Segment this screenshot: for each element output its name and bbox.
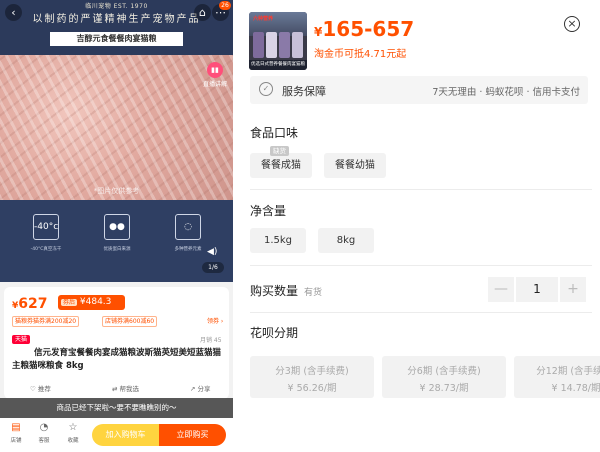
- monthly-sales: 月销 45: [200, 337, 222, 344]
- tmall-badge: 天猫: [12, 335, 31, 344]
- service-title: 服务保障: [282, 85, 326, 98]
- can-image: [279, 32, 290, 58]
- close-icon[interactable]: ×: [564, 16, 580, 32]
- taobao-coin-discount: 淘金币可抵4.71元起: [314, 49, 407, 60]
- product-photo: [0, 55, 233, 200]
- service-guarantee[interactable]: ✓ 服务保障 7天无理由 · 蚂蚁花呗 · 信用卡支付: [250, 76, 588, 104]
- installment-section-title: 花呗分期: [250, 326, 299, 340]
- sku-thumbnail[interactable]: 六种营养 优选日式营养餐餐肉宴猫粮: [249, 12, 307, 70]
- feature-strip: -40°c -40°C真空冻干 ●● 优质蛋白来源 ◌ 多种营养元素: [0, 200, 233, 282]
- weight-option-8kg[interactable]: 8kg: [318, 228, 374, 253]
- divider: [250, 312, 592, 313]
- product-gallery[interactable]: 临川宠物 EST. 1970 以制药的严谨精神生产宠物产品 吉醇元食餐餐肉宴猫粮…: [0, 0, 233, 282]
- service-detail: 7天无理由 · 蚂蚁花呗 · 信用卡支付: [432, 87, 580, 98]
- product-price: ¥627: [12, 296, 48, 312]
- help-choose-button[interactable]: ⇄ 帮我选: [112, 383, 139, 393]
- tab-customer-service[interactable]: ◔ 客服: [32, 422, 56, 444]
- weight-option-1-5kg[interactable]: 1.5kg: [250, 228, 306, 253]
- price-row: ¥627 券后 ¥484.3: [12, 293, 125, 312]
- back-icon[interactable]: ‹: [5, 4, 22, 21]
- feature-label: -40°C真空冻干: [30, 247, 62, 252]
- shield-icon: ✓: [259, 82, 273, 96]
- out-of-stock-tag: 缺货: [270, 146, 289, 156]
- tab-shop[interactable]: ▤ 店铺: [4, 422, 28, 444]
- installment-amount: ¥ 28.73/期: [419, 383, 469, 394]
- coupon-price-tag[interactable]: 券后 ¥484.3: [58, 295, 125, 310]
- quantity-increase-button[interactable]: +: [560, 277, 586, 302]
- can-image: [292, 32, 303, 58]
- installment-amount: ¥ 14.78/期: [551, 383, 600, 394]
- product-info-card: ¥627 券后 ¥484.3 猫粮券猫券满200减20 店铺券满600减60 领…: [4, 287, 229, 399]
- quantity-decrease-button[interactable]: —: [488, 277, 514, 302]
- photo-caption: *图片仅供参考: [93, 187, 140, 195]
- tab-label: 客服: [38, 438, 50, 444]
- chat-icon: ◔: [39, 422, 49, 433]
- gallery-page-indicator: 1/6: [202, 262, 224, 273]
- message-count-badge: 26: [219, 1, 231, 10]
- star-icon: ☆: [68, 422, 78, 433]
- recommend-button[interactable]: ♡ 推荐: [30, 383, 51, 393]
- installment-term: 分6期 (含手续费): [407, 366, 481, 377]
- flavor-option-adult[interactable]: 缺货 餐餐成猫: [250, 146, 312, 178]
- buy-now-button[interactable]: 立即购买: [159, 424, 226, 446]
- installment-option-3[interactable]: 分3期 (含手续费) ¥ 56.26/期: [250, 356, 374, 398]
- divider: [250, 265, 592, 266]
- installment-term: 分12期 (含手续费): [536, 366, 600, 377]
- share-button[interactable]: ↗ 分享: [190, 383, 211, 393]
- tab-label: 收藏: [67, 438, 79, 444]
- nutrition-icon: ◌: [175, 214, 201, 240]
- feature-item: ●● 优质蛋白来源: [88, 214, 146, 252]
- can-image: [266, 32, 277, 58]
- promo-tag[interactable]: 店铺券满600减60: [102, 316, 158, 327]
- installment-option-12[interactable]: 分12期 (含手续费) ¥ 14.78/期: [514, 356, 600, 398]
- live-icon: ▮▮: [207, 62, 223, 78]
- shop-icon: ▤: [11, 422, 21, 433]
- sku-selection-sheet: 六种营养 优选日式营养餐餐肉宴猫粮 ¥165-657 淘金币可抵4.71元起 ×…: [242, 0, 600, 452]
- tab-favorite[interactable]: ☆ 收藏: [61, 422, 85, 444]
- volume-icon[interactable]: ◀): [207, 247, 217, 257]
- promo-tag[interactable]: 猫粮券猫券满200减20: [12, 316, 80, 327]
- divider: [250, 189, 592, 190]
- can-image: [253, 32, 264, 58]
- flavor-section-title: 食品口味: [250, 126, 299, 140]
- screen: 临川宠物 EST. 1970 以制药的严谨精神生产宠物产品 吉醇元食餐餐肉宴猫粮…: [0, 0, 600, 452]
- quantity-input[interactable]: 1: [516, 277, 558, 302]
- flavor-option-kitten[interactable]: 餐餐幼猫: [324, 153, 386, 178]
- installment-term: 分3期 (含手续费): [275, 366, 349, 377]
- tab-label: 店铺: [10, 438, 22, 444]
- product-detail-page: 临川宠物 EST. 1970 以制药的严谨精神生产宠物产品 吉醇元食餐餐肉宴猫粮…: [0, 0, 233, 452]
- product-title: 信元发育宝餐餐肉宴成猫粮波斯猫英短美短蓝猫猫主粮猫咪粮食 8kg: [12, 348, 222, 371]
- feature-label: 优质蛋白来源: [103, 247, 131, 252]
- live-label: 直播讲解: [202, 81, 227, 88]
- stock-status: 有货: [304, 288, 323, 298]
- action-row: ♡ 推荐 ⇄ 帮我选 ↗ 分享: [4, 383, 229, 395]
- home-icon[interactable]: ⌂: [194, 4, 211, 21]
- off-shelf-notice: 商品已经下架啦～要不要瞧瞧别的～: [0, 398, 233, 418]
- live-badge[interactable]: ▮▮ 直播讲解: [201, 62, 229, 88]
- bottom-action-bar: ▤ 店铺 ◔ 客服 ☆ 收藏 加入购物车 立即购买: [0, 418, 233, 452]
- product-banner: 吉醇元食餐餐肉宴猫粮: [50, 32, 183, 46]
- add-to-cart-button[interactable]: 加入购物车: [92, 424, 159, 446]
- sku-price-range: ¥165-657: [314, 17, 415, 41]
- weight-section-title: 净含量: [250, 204, 287, 218]
- snowflake-icon: -40°c: [33, 214, 59, 240]
- installment-option-6[interactable]: 分6期 (含手续费) ¥ 28.73/期: [382, 356, 506, 398]
- installment-amount: ¥ 56.26/期: [287, 383, 337, 394]
- protein-icon: ●●: [104, 214, 130, 240]
- thumbnail-label: 优选日式营养餐餐肉宴猫粮: [249, 60, 307, 70]
- quantity-section-title: 购买数量 有货: [250, 284, 323, 298]
- thumbnail-headline: 六种营养: [253, 16, 274, 22]
- feature-item: -40°c -40°C真空冻干: [17, 214, 75, 252]
- thumbnail-cans: [253, 32, 303, 58]
- get-coupon-link[interactable]: 领券 ›: [207, 316, 223, 325]
